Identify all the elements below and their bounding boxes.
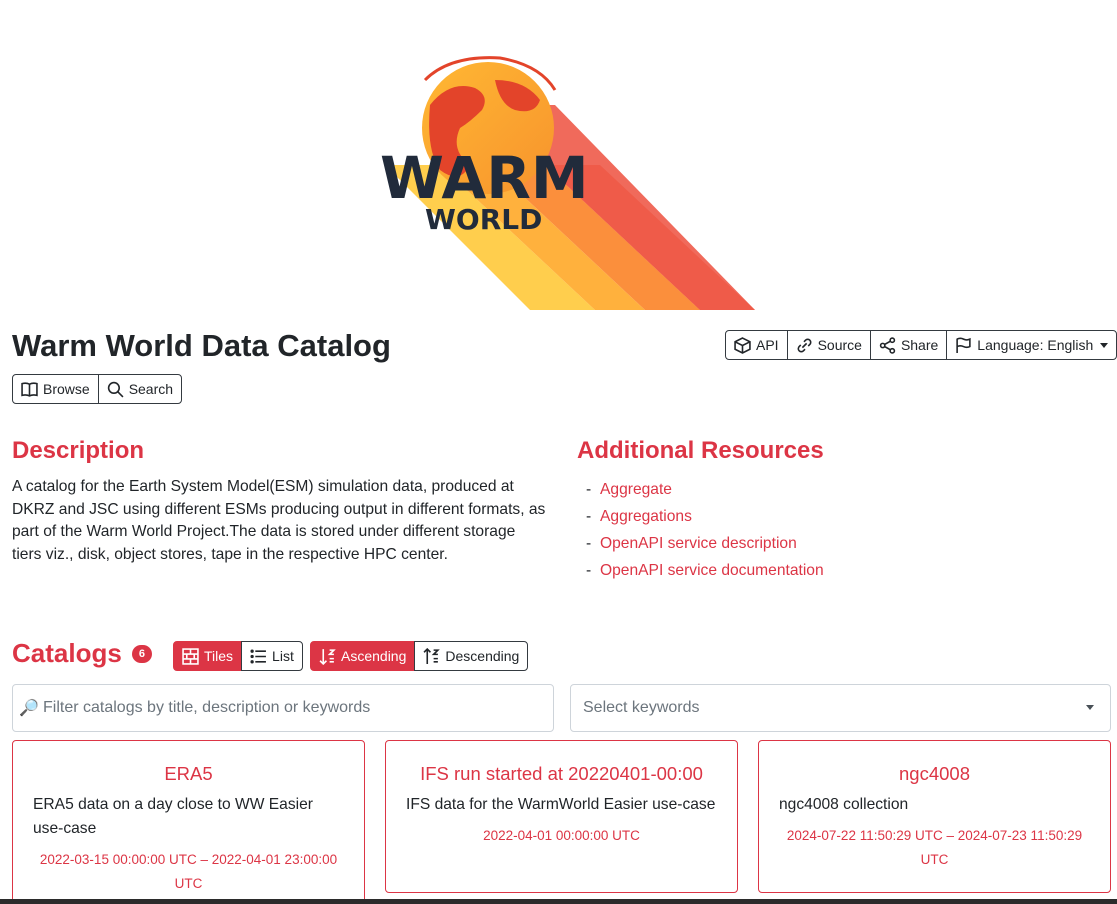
share-label: Share	[900, 337, 939, 353]
list-dash: -	[586, 480, 592, 498]
keywords-select[interactable]: Select keywords	[570, 684, 1111, 732]
logo-text-main: WARM	[380, 144, 589, 212]
search-label: Search	[128, 381, 174, 397]
catalog-card-title[interactable]: ngc4008	[779, 763, 1090, 785]
list-item: - Aggregations	[586, 503, 824, 530]
tiles-view-button[interactable]: Tiles	[173, 641, 243, 671]
language-dropdown[interactable]: Language: English	[946, 330, 1117, 360]
description-heading: Description	[12, 437, 145, 464]
list-icon	[250, 649, 266, 663]
catalog-card-dates: 2022-03-15 00:00:00 UTC – 2022-04-01 23:…	[39, 852, 338, 891]
bricks-icon	[182, 647, 199, 665]
search-button[interactable]: Search	[97, 374, 183, 404]
api-button[interactable]: API	[725, 330, 788, 360]
sort-descending-button[interactable]: Descending	[414, 641, 529, 671]
box-icon	[734, 336, 751, 354]
link-icon	[797, 338, 812, 352]
catalog-card-description: ERA5 data on a day close to WW Easier us…	[33, 796, 313, 837]
list-dash: -	[586, 507, 592, 525]
flag-icon	[956, 337, 971, 353]
api-label: API	[756, 337, 779, 353]
magnifier-icon: 🔎	[19, 700, 39, 717]
warm-world-logo: WARM WORLD	[300, 10, 823, 310]
aggregations-link[interactable]: Aggregations	[600, 508, 692, 526]
tiles-label: Tiles	[204, 648, 234, 664]
resources-list: - Aggregate - Aggregations - OpenAPI servic…	[586, 476, 824, 584]
sort-descending-icon	[423, 647, 441, 664]
keywords-placeholder: Select keywords	[583, 699, 700, 716]
list-item: - Aggregate	[586, 476, 824, 503]
list-label: List	[272, 648, 294, 664]
catalog-card-title[interactable]: ERA5	[33, 763, 344, 785]
catalogs-heading: Catalogs 6	[12, 638, 152, 669]
catalog-card-dates: 2024-07-22 11:50:29 UTC – 2024-07-23 11:…	[786, 828, 1083, 867]
filter-placeholder: Filter catalogs by title, description or…	[43, 699, 371, 716]
list-view-button[interactable]: List	[241, 641, 303, 671]
catalog-card[interactable]: IFS run started at 20220401-00:00 IFS da…	[385, 740, 738, 893]
browse-label: Browse	[43, 381, 90, 397]
bottom-overlay-bar	[0, 899, 1117, 904]
top-actions: API Source Share Language: English	[725, 330, 1117, 360]
list-dash: -	[586, 561, 592, 579]
share-icon	[879, 336, 896, 354]
nav-actions: Browse Search	[12, 374, 183, 404]
chevron-down-icon	[1086, 705, 1094, 710]
page-title: Warm World Data Catalog	[12, 328, 391, 363]
openapi-description-link[interactable]: OpenAPI service description	[600, 535, 797, 553]
search-icon	[107, 381, 124, 398]
source-label: Source	[817, 337, 862, 353]
source-button[interactable]: Source	[786, 330, 871, 360]
book-icon	[21, 381, 38, 397]
language-label: Language: English	[977, 337, 1094, 353]
view-toggle: Tiles List	[173, 641, 303, 671]
descending-label: Descending	[445, 648, 520, 664]
list-item: - OpenAPI service description	[586, 530, 824, 557]
logo-text-sub: WORLD	[425, 203, 542, 236]
catalogs-count-badge: 6	[131, 644, 152, 663]
ascending-label: Ascending	[341, 648, 407, 664]
sort-ascending-button[interactable]: Ascending	[310, 641, 416, 671]
list-dash: -	[586, 534, 592, 552]
catalog-card-description: IFS data for the WarmWorld Easier use-ca…	[406, 796, 716, 813]
catalog-card-description: ngc4008 collection	[779, 796, 909, 813]
resources-heading: Additional Resources	[577, 437, 824, 464]
catalog-card-title[interactable]: IFS run started at 20220401-00:00	[406, 763, 717, 785]
catalog-filter-input[interactable]: 🔎 Filter catalogs by title, description …	[12, 684, 554, 732]
catalog-card[interactable]: ngc4008 ngc4008 collection 2024-07-22 11…	[758, 740, 1111, 893]
browse-button[interactable]: Browse	[12, 374, 99, 404]
chevron-down-icon	[1100, 342, 1109, 348]
catalog-card-dates: 2022-04-01 00:00:00 UTC	[483, 828, 640, 843]
catalog-card[interactable]: ERA5 ERA5 data on a day close to WW Easi…	[12, 740, 365, 904]
sort-toggle: Ascending Descending	[310, 641, 529, 671]
sort-ascending-icon	[319, 648, 336, 665]
list-item: - OpenAPI service documentation	[586, 557, 824, 584]
openapi-documentation-link[interactable]: OpenAPI service documentation	[600, 562, 824, 580]
description-text: A catalog for the Earth System Model(ESM…	[12, 478, 546, 563]
aggregate-link[interactable]: Aggregate	[600, 481, 672, 499]
catalogs-title: Catalogs	[12, 638, 122, 668]
share-button[interactable]: Share	[869, 330, 948, 360]
